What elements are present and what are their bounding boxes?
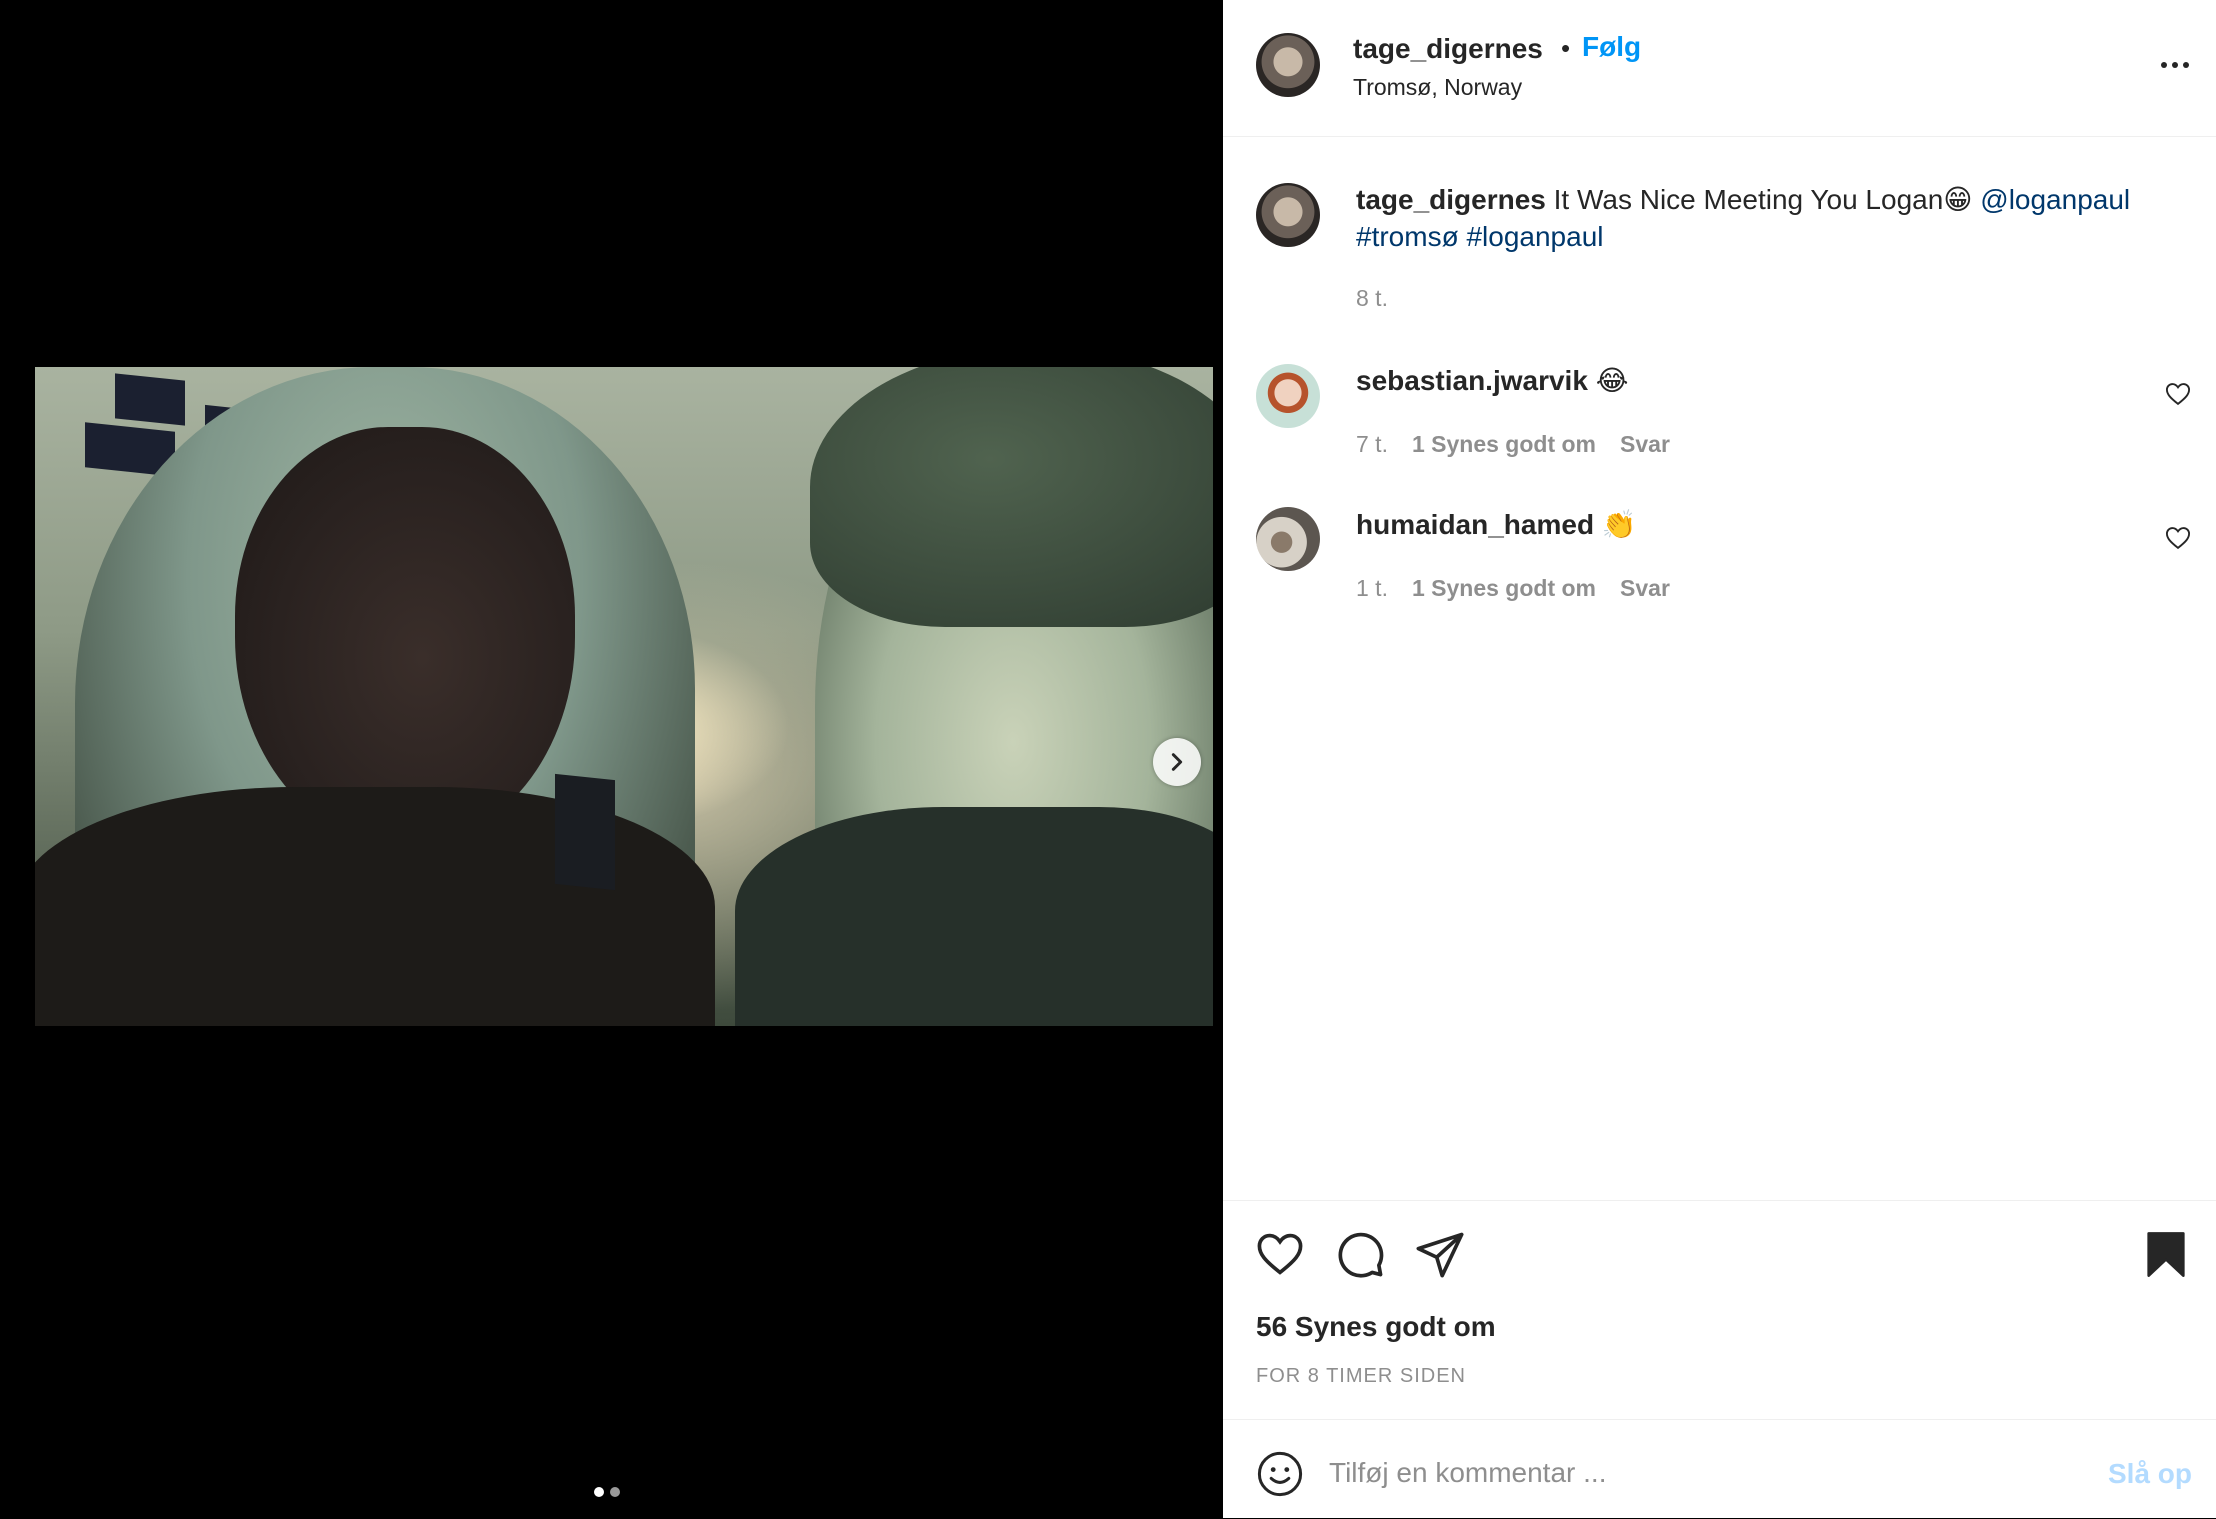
caption-username[interactable]: tage_digernes bbox=[1356, 184, 1546, 215]
caption-timestamp[interactable]: 8 t. bbox=[1356, 285, 1388, 312]
comment-meta: 1 t. 1 Synes godt om Svar bbox=[1356, 575, 1670, 602]
post-caption: tage_digernes It Was Nice Meeting You Lo… bbox=[1356, 181, 2176, 255]
comment-reply-button[interactable]: Svar bbox=[1620, 431, 1670, 458]
comment-username[interactable]: humaidan_hamed bbox=[1356, 509, 1594, 540]
comment-item: humaidan_hamed 👏 bbox=[1356, 508, 1637, 541]
comment-text: 👏 bbox=[1601, 509, 1637, 540]
follow-button[interactable]: Følg bbox=[1582, 31, 1641, 63]
comment-text: 😂 bbox=[1595, 365, 1629, 396]
comment-username[interactable]: sebastian.jwarvik bbox=[1356, 365, 1588, 396]
carousel-indicator bbox=[594, 1487, 620, 1497]
comment-like-heart-icon[interactable] bbox=[2164, 380, 2192, 408]
comment-like-heart-icon[interactable] bbox=[2164, 524, 2192, 552]
caption-avatar[interactable] bbox=[1256, 183, 1320, 247]
post-location[interactable]: Tromsø, Norway bbox=[1353, 74, 1522, 101]
add-comment-bar: Slå op bbox=[1223, 1419, 2216, 1519]
likes-count[interactable]: 56 Synes godt om bbox=[1256, 1311, 1496, 1343]
avatar[interactable] bbox=[1256, 33, 1320, 97]
post-photo[interactable] bbox=[35, 367, 1213, 1026]
post-view: tage_digernes • Følg Tromsø, Norway tage… bbox=[0, 0, 2216, 1518]
caption-hashtag[interactable]: #loganpaul bbox=[1466, 221, 1603, 252]
caption-mention[interactable]: @loganpaul bbox=[1980, 184, 2130, 215]
caption-text: It Was Nice Meeting You Logan😁 bbox=[1553, 184, 1973, 215]
comment-avatar[interactable] bbox=[1256, 507, 1320, 571]
comment-icon[interactable] bbox=[1334, 1228, 1386, 1280]
bookmark-icon[interactable] bbox=[2140, 1228, 2192, 1280]
comment-likes[interactable]: 1 Synes godt om bbox=[1412, 575, 1596, 602]
media-area bbox=[0, 0, 1223, 1518]
comment-avatar[interactable] bbox=[1256, 364, 1320, 428]
post-actions: 56 Synes godt om FOR 8 TIMER SIDEN bbox=[1223, 1200, 2216, 1421]
more-options-button[interactable] bbox=[2155, 50, 2195, 80]
comment-meta: 7 t. 1 Synes godt om Svar bbox=[1356, 431, 1670, 458]
more-horizontal-icon bbox=[2161, 62, 2167, 68]
comment-input[interactable] bbox=[1327, 1448, 2091, 1498]
carousel-dot bbox=[610, 1487, 620, 1497]
post-timestamp[interactable]: FOR 8 TIMER SIDEN bbox=[1256, 1365, 1466, 1388]
comment-likes[interactable]: 1 Synes godt om bbox=[1412, 431, 1596, 458]
post-comment-button[interactable]: Slå op bbox=[2108, 1458, 2192, 1490]
comment-time[interactable]: 7 t. bbox=[1356, 431, 1388, 458]
header-separator: • bbox=[1561, 33, 1571, 63]
smiley-icon[interactable] bbox=[1256, 1450, 1304, 1498]
heart-icon[interactable] bbox=[1254, 1228, 1306, 1280]
carousel-dot-active bbox=[594, 1487, 604, 1497]
comment-time[interactable]: 1 t. bbox=[1356, 575, 1388, 602]
caption-hashtag[interactable]: #tromsø bbox=[1356, 221, 1459, 252]
send-icon[interactable] bbox=[1414, 1228, 1466, 1280]
post-details-panel: tage_digernes • Følg Tromsø, Norway tage… bbox=[1223, 0, 2216, 1518]
next-photo-button[interactable] bbox=[1153, 738, 1201, 786]
chevron-right-icon bbox=[1171, 753, 1183, 771]
post-username[interactable]: tage_digernes bbox=[1353, 33, 1543, 65]
comment-item: sebastian.jwarvik 😂 bbox=[1356, 364, 1628, 397]
comment-reply-button[interactable]: Svar bbox=[1620, 575, 1670, 602]
post-header: tage_digernes • Følg Tromsø, Norway bbox=[1223, 0, 2216, 137]
